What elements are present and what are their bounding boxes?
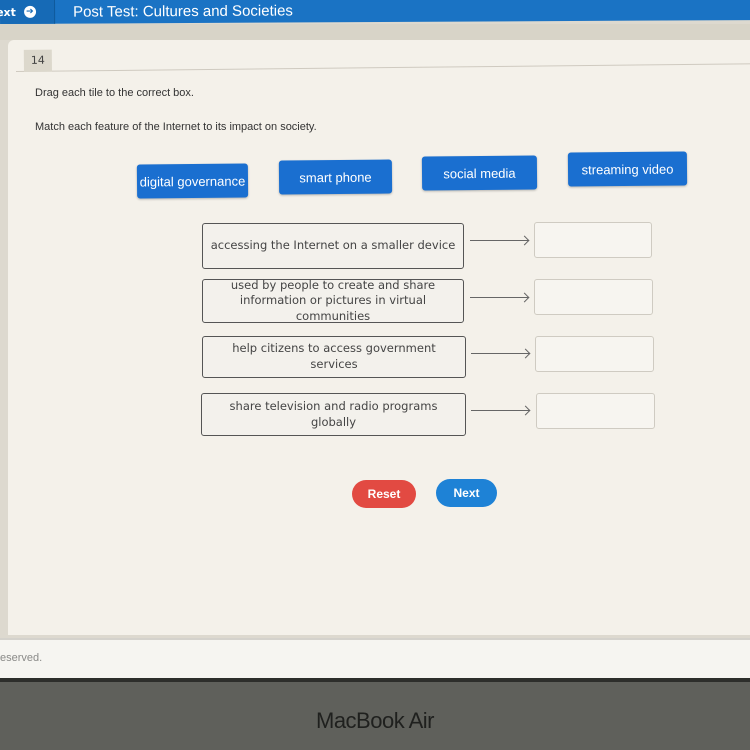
arrow-right-icon	[470, 297, 528, 298]
arrow-right-icon	[471, 353, 529, 354]
next-button[interactable]: Next	[436, 479, 497, 507]
tile-label: streaming video	[581, 161, 674, 177]
next-nav-label: ext	[0, 5, 16, 19]
tile-label: digital governance	[139, 173, 246, 189]
drop-box[interactable]	[534, 279, 653, 315]
prompt-label: help citizens to access government servi…	[202, 336, 466, 378]
laptop-bezel: MacBook Air	[0, 678, 750, 750]
prompt-label: used by people to create and share infor…	[202, 278, 464, 323]
arrow-circle-right-icon: ➔	[23, 5, 36, 18]
reset-button[interactable]: Reset	[352, 480, 416, 508]
question-panel: 14 Drag each tile to the correct box. Ma…	[8, 40, 750, 635]
drop-box[interactable]	[534, 222, 652, 258]
header-spacer	[0, 24, 750, 40]
copyright-text: eserved.	[0, 652, 43, 664]
footer: eserved.	[0, 638, 750, 678]
drop-box[interactable]	[535, 336, 654, 372]
question-number-row: 14	[15, 42, 750, 72]
tile-smart-phone[interactable]: smart phone	[278, 159, 393, 195]
instruction-drag: Drag each tile to the correct box.	[35, 87, 194, 99]
prompt-label: share television and radio programs glob…	[201, 393, 466, 436]
header-bar: ext ➔ Post Test: Cultures and Societies	[0, 0, 750, 24]
tile-label: smart phone	[299, 169, 372, 185]
test-title: Post Test: Cultures and Societies	[73, 1, 293, 21]
question-number: 14	[23, 49, 52, 72]
tile-social-media[interactable]: social media	[421, 155, 538, 191]
arrow-right-icon	[470, 240, 528, 241]
next-nav-button[interactable]: ext ➔	[0, 0, 56, 24]
tile-label: social media	[443, 165, 516, 181]
tile-digital-governance[interactable]: digital governance	[136, 163, 249, 199]
arrow-right-icon	[471, 410, 529, 411]
tile-streaming-video[interactable]: streaming video	[567, 151, 688, 187]
instruction-match: Match each feature of the Internet to it…	[35, 121, 317, 133]
device-label: MacBook Air	[316, 708, 435, 733]
drop-box[interactable]	[536, 393, 655, 429]
prompt-label: accessing the Internet on a smaller devi…	[202, 223, 464, 269]
